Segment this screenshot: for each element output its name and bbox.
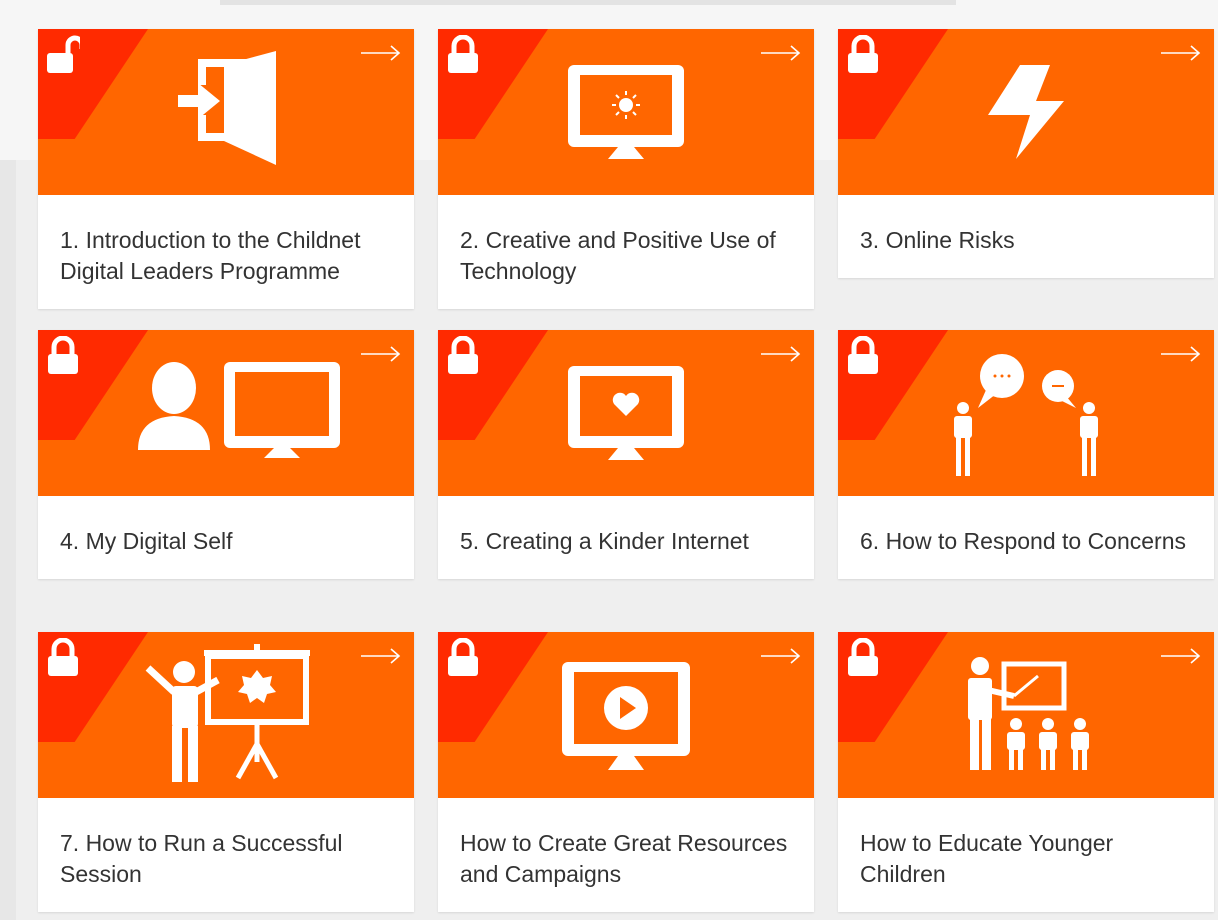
module-title: 5. Creating a Kinder Internet xyxy=(460,528,749,554)
module-grid: 1. Introduction to the Childnet Digital … xyxy=(0,0,1218,920)
module-card-2[interactable]: 2. Creative and Positive Use of Technolo… xyxy=(438,29,814,309)
monitor-play-icon xyxy=(562,662,690,770)
module-card-8[interactable]: How to Create Great Resources and Campai… xyxy=(438,632,814,912)
teacher-class-icon xyxy=(968,657,1089,770)
door-enter-icon xyxy=(178,51,276,165)
module-card-3[interactable]: 3. Online Risks xyxy=(838,29,1214,278)
module-card-1[interactable]: 1. Introduction to the Childnet Digital … xyxy=(38,29,414,309)
module-title: 4. My Digital Self xyxy=(60,528,233,554)
person-monitor-icon xyxy=(138,362,340,458)
module-card-4[interactable]: 4. My Digital Self xyxy=(38,330,414,579)
people-chat-icon xyxy=(954,354,1098,476)
monitor-idea-icon xyxy=(568,65,684,159)
module-title: How to Create Great Resources and Campai… xyxy=(460,830,788,887)
module-title: 2. Creative and Positive Use of Technolo… xyxy=(460,227,776,284)
presenter-icon xyxy=(145,644,310,782)
module-title: 1. Introduction to the Childnet Digital … xyxy=(60,227,361,284)
lightning-bolt-icon xyxy=(988,65,1064,159)
module-thumbnail xyxy=(38,29,414,195)
module-card-7[interactable]: 7. How to Run a Successful Session xyxy=(38,632,414,912)
module-card-6[interactable]: 6. How to Respond to Concerns xyxy=(838,330,1214,579)
module-card-5[interactable]: 5. Creating a Kinder Internet xyxy=(438,330,814,579)
module-thumbnail xyxy=(838,330,1214,496)
monitor-heart-icon xyxy=(568,366,684,460)
module-title: How to Educate Younger Children xyxy=(860,830,1114,887)
module-title: 3. Online Risks xyxy=(860,227,1015,253)
module-thumbnail xyxy=(38,632,414,798)
module-title: 7. How to Run a Successful Session xyxy=(60,830,343,887)
module-card-9[interactable]: How to Educate Younger Children xyxy=(838,632,1214,912)
module-thumbnail xyxy=(438,330,814,496)
module-thumbnail xyxy=(438,632,814,798)
module-thumbnail xyxy=(438,29,814,195)
module-thumbnail xyxy=(838,29,1214,195)
module-thumbnail xyxy=(838,632,1214,798)
module-thumbnail xyxy=(38,330,414,496)
module-title: 6. How to Respond to Concerns xyxy=(860,528,1187,554)
